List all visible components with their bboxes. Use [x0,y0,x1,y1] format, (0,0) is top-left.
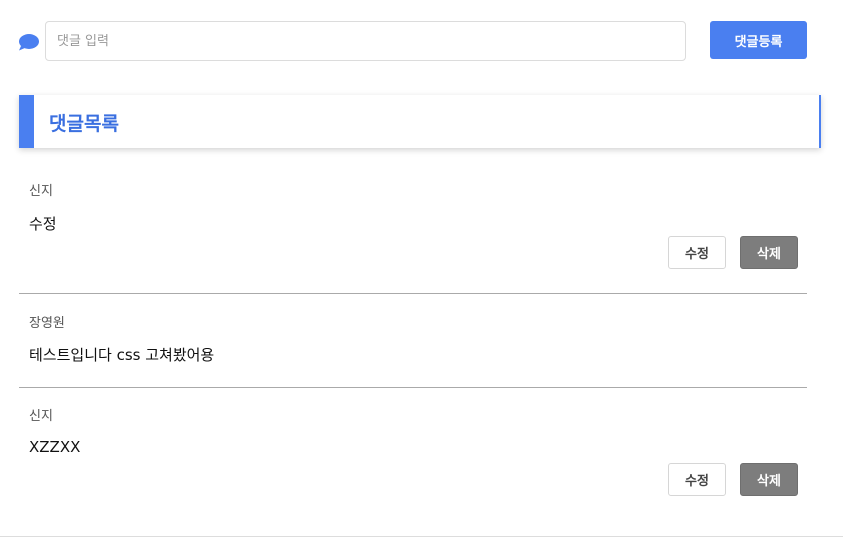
comment-form: 댓글등록 [18,21,808,63]
comment-author: 장영원 [29,316,65,331]
submit-comment-button[interactable]: 댓글등록 [710,21,807,59]
comment-page: 댓글등록 댓글목록 신지 수정 수정 삭제 장영원 테스트입니다 css 고쳐봤… [0,0,843,538]
comment-list-title: 댓글목록 [49,113,119,135]
comment-item: 신지 수정 수정 삭제 [19,170,807,295]
comment-item: 신지 XZZXX 수정 삭제 [19,396,807,506]
page-bottom-divider [0,536,843,537]
delete-button[interactable]: 삭제 [740,236,798,269]
comment-divider [19,293,807,294]
comment-author: 신지 [29,184,53,199]
comment-list-header: 댓글목록 [19,95,821,148]
edit-button[interactable]: 수정 [668,463,726,496]
comment-author: 신지 [29,409,53,424]
comment-item: 장영원 테스트입니다 css 고쳐봤어용 [19,303,807,389]
delete-button[interactable]: 삭제 [740,463,798,496]
edit-button[interactable]: 수정 [668,236,726,269]
comment-divider [19,387,807,388]
comment-input[interactable] [45,21,686,61]
speech-bubble-icon [18,33,40,51]
comment-content: 테스트입니다 css 고쳐봤어용 [29,346,215,364]
comment-content: 수정 [29,215,57,233]
comment-content: XZZXX [29,438,81,456]
